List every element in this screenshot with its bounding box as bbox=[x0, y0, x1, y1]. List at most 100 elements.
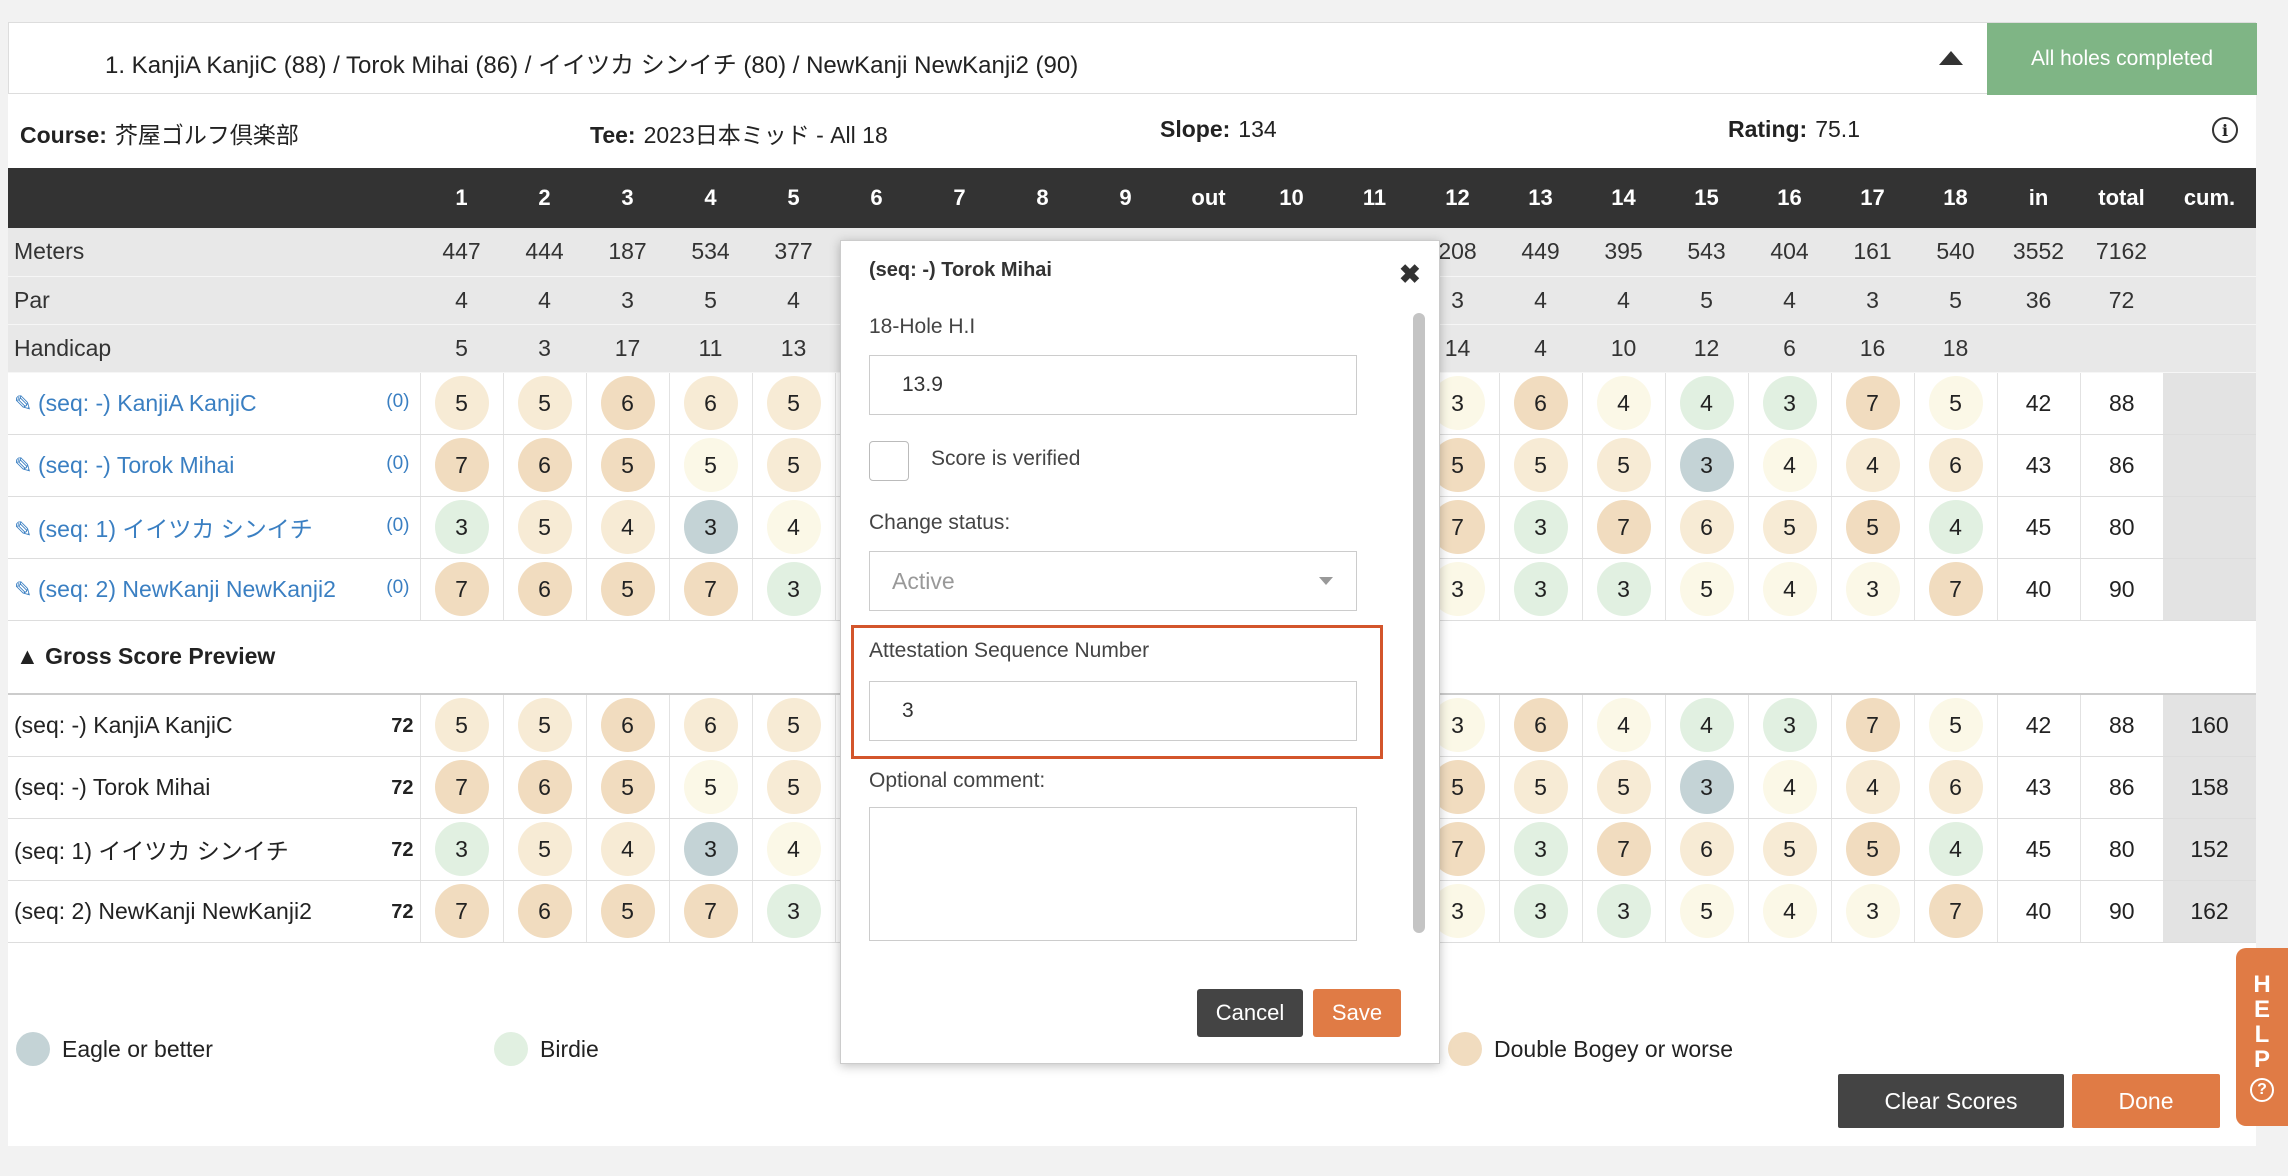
score-cell[interactable]: 6 bbox=[585, 694, 669, 757]
score-cell[interactable]: 6 bbox=[1664, 818, 1748, 881]
score-cell[interactable]: 3 bbox=[1747, 694, 1831, 757]
score-cell[interactable]: 5 bbox=[751, 756, 835, 819]
player-name-link[interactable]: (seq: -) Torok Mihai bbox=[38, 452, 234, 478]
score-cell[interactable]: 5 bbox=[751, 694, 835, 757]
score-cell[interactable]: 4 bbox=[585, 496, 669, 559]
cancel-button[interactable]: Cancel bbox=[1197, 989, 1303, 1037]
score-cell[interactable]: 4 bbox=[1913, 818, 1997, 881]
score-cell[interactable]: 5 bbox=[502, 496, 586, 559]
score-cell[interactable]: 5 bbox=[1664, 558, 1748, 621]
player-name-link[interactable]: (seq: 1) イイツカ シンイチ bbox=[38, 516, 313, 542]
score-cell[interactable]: 5 bbox=[502, 818, 586, 881]
score-cell[interactable]: 5 bbox=[1913, 694, 1997, 757]
score-cell[interactable]: 6 bbox=[1913, 756, 1997, 819]
score-cell[interactable]: 3 bbox=[1664, 434, 1748, 497]
edit-icon[interactable]: ✎ bbox=[14, 577, 38, 603]
score-cell[interactable]: 5 bbox=[1913, 372, 1997, 435]
score-cell[interactable]: 5 bbox=[419, 694, 503, 757]
help-tab[interactable]: H E L P ? bbox=[2236, 948, 2288, 1126]
verified-checkbox[interactable] bbox=[869, 441, 909, 481]
score-cell[interactable]: 6 bbox=[1498, 372, 1582, 435]
score-cell[interactable]: 5 bbox=[502, 372, 586, 435]
score-cell[interactable]: 7 bbox=[1581, 496, 1665, 559]
score-cell[interactable]: 4 bbox=[1747, 434, 1831, 497]
edit-icon[interactable]: ✎ bbox=[14, 391, 38, 417]
score-cell[interactable]: 6 bbox=[502, 434, 586, 497]
score-cell[interactable]: 4 bbox=[585, 818, 669, 881]
score-cell[interactable]: 6 bbox=[668, 694, 752, 757]
score-cell[interactable]: 5 bbox=[1581, 434, 1665, 497]
score-cell[interactable]: 5 bbox=[502, 694, 586, 757]
score-cell[interactable]: 7 bbox=[1913, 880, 1997, 943]
score-cell[interactable]: 5 bbox=[1498, 756, 1582, 819]
score-cell[interactable]: 5 bbox=[1830, 496, 1914, 559]
score-cell[interactable]: 6 bbox=[668, 372, 752, 435]
score-cell[interactable]: 5 bbox=[1581, 756, 1665, 819]
score-cell[interactable]: 7 bbox=[668, 558, 752, 621]
score-cell[interactable]: 5 bbox=[668, 756, 752, 819]
close-icon[interactable]: ✖ bbox=[1399, 259, 1421, 290]
score-cell[interactable]: 6 bbox=[1913, 434, 1997, 497]
edit-icon[interactable]: ✎ bbox=[14, 453, 38, 479]
player-name-link[interactable]: (seq: 2) NewKanji NewKanji2 bbox=[38, 576, 336, 602]
score-cell[interactable]: 4 bbox=[1664, 694, 1748, 757]
score-cell[interactable]: 3 bbox=[751, 880, 835, 943]
score-cell[interactable]: 3 bbox=[1498, 880, 1582, 943]
save-button[interactable]: Save bbox=[1313, 989, 1401, 1037]
score-cell[interactable]: 3 bbox=[668, 818, 752, 881]
score-cell[interactable]: 3 bbox=[1581, 558, 1665, 621]
score-cell[interactable]: 7 bbox=[419, 434, 503, 497]
score-cell[interactable]: 5 bbox=[1830, 818, 1914, 881]
score-cell[interactable]: 4 bbox=[1747, 880, 1831, 943]
score-cell[interactable]: 3 bbox=[1747, 372, 1831, 435]
score-cell[interactable]: 3 bbox=[1664, 756, 1748, 819]
score-cell[interactable]: 7 bbox=[419, 756, 503, 819]
score-cell[interactable]: 4 bbox=[1913, 496, 1997, 559]
score-cell[interactable]: 3 bbox=[1498, 558, 1582, 621]
score-cell[interactable]: 5 bbox=[751, 434, 835, 497]
score-cell[interactable]: 5 bbox=[585, 880, 669, 943]
score-cell[interactable]: 6 bbox=[502, 880, 586, 943]
score-cell[interactable]: 5 bbox=[419, 372, 503, 435]
score-cell[interactable]: 3 bbox=[1581, 880, 1665, 943]
group-summary-bar[interactable]: 1. KanjiA KanjiC (88) / Torok Mihai (86)… bbox=[8, 22, 2257, 95]
done-button[interactable]: Done bbox=[2072, 1074, 2220, 1128]
score-cell[interactable]: 4 bbox=[751, 496, 835, 559]
score-cell[interactable]: 4 bbox=[1581, 372, 1665, 435]
score-cell[interactable]: 5 bbox=[585, 434, 669, 497]
attestation-input[interactable] bbox=[869, 681, 1357, 741]
score-cell[interactable]: 6 bbox=[502, 558, 586, 621]
score-cell[interactable]: 7 bbox=[419, 558, 503, 621]
score-cell[interactable]: 6 bbox=[1664, 496, 1748, 559]
score-cell[interactable]: 4 bbox=[1830, 434, 1914, 497]
hi-input[interactable] bbox=[869, 355, 1357, 415]
score-cell[interactable]: 7 bbox=[1581, 818, 1665, 881]
score-cell[interactable]: 7 bbox=[1913, 558, 1997, 621]
score-cell[interactable]: 4 bbox=[1664, 372, 1748, 435]
clear-scores-button[interactable]: Clear Scores bbox=[1838, 1074, 2064, 1128]
collapse-arrow-icon[interactable] bbox=[1939, 51, 1963, 65]
info-icon[interactable]: i bbox=[2212, 117, 2238, 143]
score-cell[interactable]: 5 bbox=[1498, 434, 1582, 497]
score-cell[interactable]: 3 bbox=[751, 558, 835, 621]
score-cell[interactable]: 5 bbox=[585, 558, 669, 621]
score-cell[interactable]: 4 bbox=[1830, 756, 1914, 819]
edit-icon[interactable]: ✎ bbox=[14, 517, 38, 543]
player-name-link[interactable]: (seq: -) KanjiA KanjiC bbox=[38, 390, 257, 416]
score-cell[interactable]: 7 bbox=[1830, 694, 1914, 757]
score-cell[interactable]: 6 bbox=[502, 756, 586, 819]
score-cell[interactable]: 3 bbox=[1830, 880, 1914, 943]
score-cell[interactable]: 4 bbox=[1747, 756, 1831, 819]
score-cell[interactable]: 3 bbox=[668, 496, 752, 559]
score-cell[interactable]: 4 bbox=[1747, 558, 1831, 621]
score-cell[interactable]: 7 bbox=[419, 880, 503, 943]
modal-scrollbar-thumb[interactable] bbox=[1413, 313, 1425, 933]
score-cell[interactable]: 5 bbox=[1747, 496, 1831, 559]
score-cell[interactable]: 5 bbox=[751, 372, 835, 435]
score-cell[interactable]: 5 bbox=[585, 756, 669, 819]
score-cell[interactable]: 6 bbox=[585, 372, 669, 435]
score-cell[interactable]: 6 bbox=[1498, 694, 1582, 757]
score-cell[interactable]: 7 bbox=[668, 880, 752, 943]
score-cell[interactable]: 4 bbox=[1581, 694, 1665, 757]
score-cell[interactable]: 5 bbox=[1664, 880, 1748, 943]
